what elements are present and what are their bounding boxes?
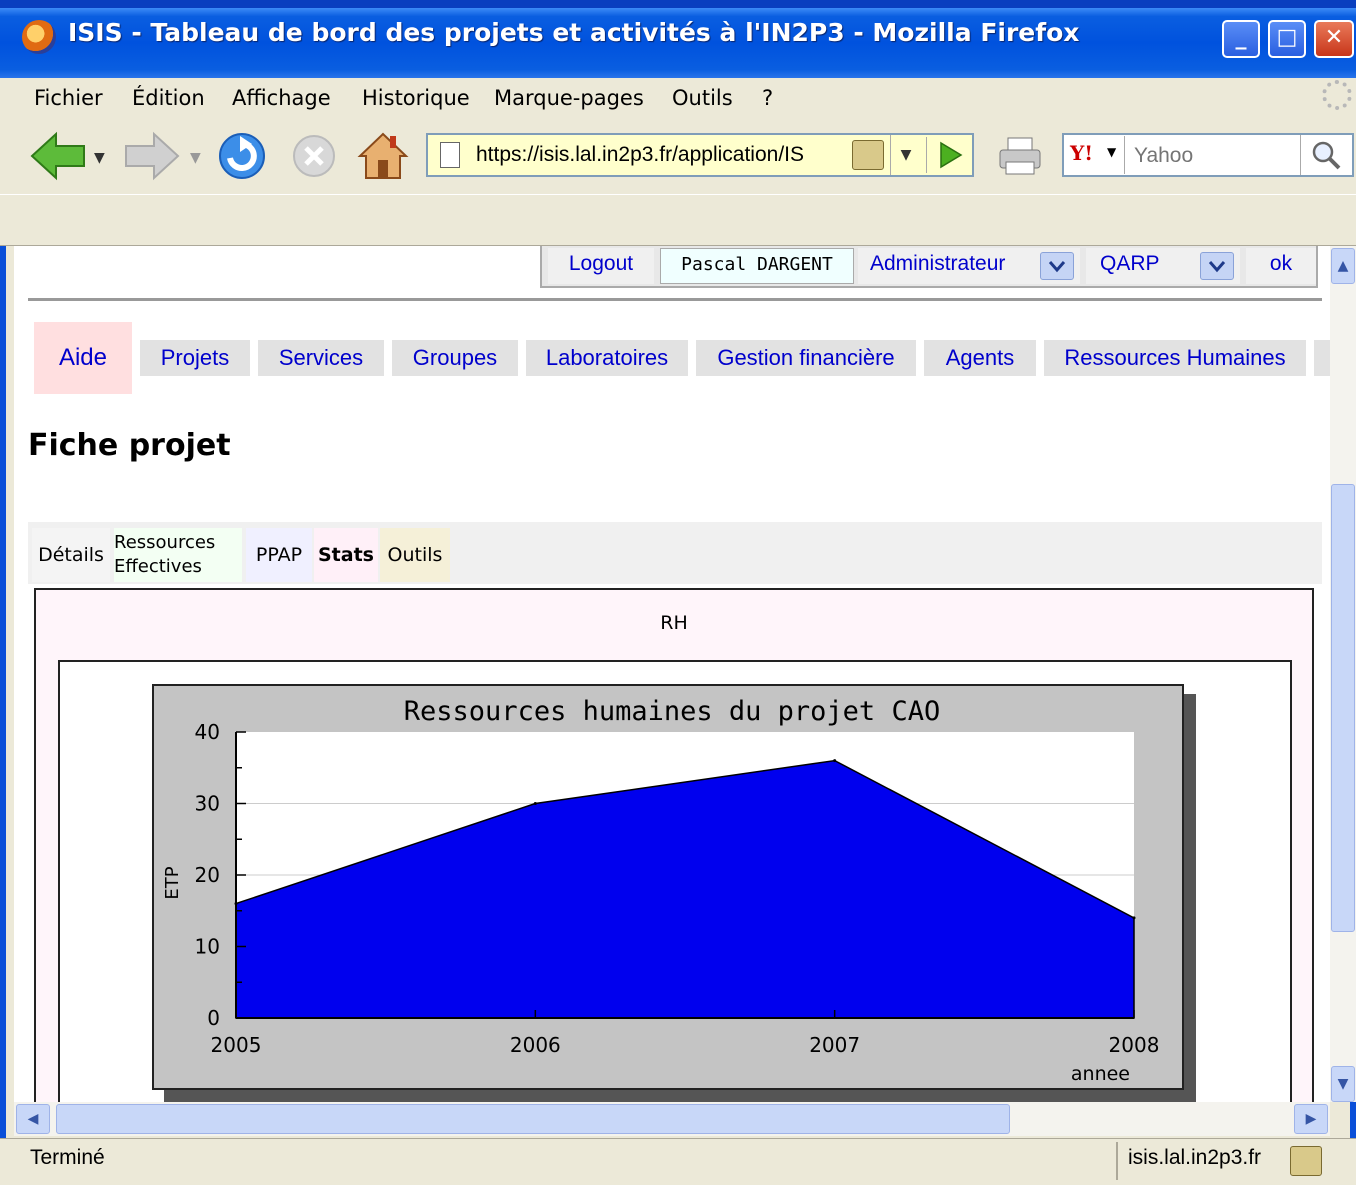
chart-title: Ressources humaines du projet CAO — [404, 696, 940, 727]
back-dropdown-icon[interactable]: ▼ — [94, 150, 105, 166]
nav-gestion-financiere[interactable]: Gestion financière — [696, 340, 916, 376]
y-tick-label: 40 — [195, 720, 220, 744]
forward-dropdown-icon[interactable]: ▼ — [190, 150, 201, 166]
page-icon — [440, 142, 460, 168]
status-host: isis.lal.in2p3.fr — [1128, 1146, 1262, 1169]
panel-heading: RH — [660, 612, 688, 634]
user-name: Pascal DARGENT — [660, 248, 854, 284]
x-tick-label: 2008 — [1109, 1033, 1160, 1057]
tab-ppap[interactable]: PPAP — [246, 528, 312, 582]
x-axis-label: annee — [1071, 1063, 1130, 1085]
search-input[interactable] — [1132, 136, 1300, 176]
yahoo-logo-icon: Y! — [1070, 141, 1094, 165]
y-tick-label: 30 — [195, 792, 220, 816]
menu-help[interactable]: ? — [762, 78, 773, 118]
search-engine-dropdown-icon[interactable]: ▼ — [1107, 145, 1116, 159]
bookmarks-toolbar — [0, 194, 1356, 246]
nav-aide[interactable]: Aide — [34, 322, 132, 394]
url-dropdown-icon[interactable]: ▼ — [890, 135, 921, 175]
scroll-right-icon[interactable]: ▶ — [1294, 1104, 1328, 1134]
url-text[interactable]: https://isis.lal.in2p3.fr/application/IS — [476, 133, 846, 177]
menu-fichier[interactable]: Fichier — [34, 78, 103, 118]
tab-label-line1: Ressources — [114, 532, 216, 553]
forward-arrow-icon[interactable] — [124, 130, 180, 182]
nav-overflow-tab[interactable] — [1314, 340, 1330, 376]
throbber-icon — [1322, 80, 1352, 110]
scroll-down-icon[interactable]: ▼ — [1331, 1066, 1355, 1102]
menu-historique[interactable]: Historique — [362, 78, 470, 118]
data-point-2008 — [1132, 916, 1136, 920]
status-divider — [1116, 1142, 1118, 1180]
menu-edition[interactable]: Édition — [132, 78, 205, 118]
ok-button[interactable]: ok — [1246, 248, 1316, 284]
page-title: Fiche projet — [28, 428, 231, 463]
menu-outils[interactable]: Outils — [672, 78, 733, 118]
stop-icon[interactable] — [290, 130, 338, 182]
divider — [28, 298, 1322, 301]
nav-projets[interactable]: Projets — [140, 340, 250, 376]
nav-laboratoires[interactable]: Laboratoires — [526, 340, 688, 376]
nav-ressources-humaines[interactable]: Ressources Humaines — [1044, 340, 1306, 376]
tab-ressources-effectives[interactable]: Ressources Effectives — [114, 528, 242, 582]
vertical-scroll-thumb[interactable] — [1331, 484, 1355, 932]
firefox-logo-icon — [22, 20, 56, 54]
scroll-left-icon[interactable]: ◀ — [16, 1104, 50, 1134]
status-text: Terminé — [30, 1146, 105, 1169]
tab-label-line2: Effectives — [114, 556, 202, 577]
go-arrow-icon[interactable] — [926, 137, 973, 173]
reload-icon[interactable] — [216, 130, 268, 182]
menu-affichage[interactable]: Affichage — [232, 78, 331, 118]
nav-agents[interactable]: Agents — [924, 340, 1036, 376]
close-button[interactable]: ✕ — [1314, 20, 1354, 58]
tab-outils[interactable]: Outils — [380, 528, 450, 582]
data-point-2006 — [533, 802, 537, 805]
x-tick-label: 2006 — [510, 1033, 561, 1057]
logout-link[interactable]: Logout — [548, 248, 654, 284]
nav-groupes[interactable]: Groupes — [392, 340, 518, 376]
lock-icon[interactable] — [1290, 1146, 1322, 1176]
tab-stats[interactable]: Stats — [314, 528, 378, 582]
y-tick-label: 10 — [195, 935, 220, 959]
y-axis-label: ETP — [162, 866, 183, 899]
back-arrow-icon[interactable] — [30, 130, 86, 182]
print-icon[interactable] — [996, 134, 1044, 178]
search-icon[interactable] — [1300, 135, 1353, 175]
maximize-button[interactable]: □ — [1268, 20, 1306, 58]
menu-marque-pages[interactable]: Marque-pages — [494, 78, 644, 118]
minimize-button[interactable]: _ — [1222, 20, 1260, 58]
chevron-down-icon[interactable] — [1200, 252, 1234, 280]
tab-details[interactable]: Détails — [32, 528, 110, 582]
x-tick-label: 2007 — [809, 1033, 860, 1057]
horizontal-scroll-thumb[interactable] — [56, 1104, 1010, 1134]
nav-services[interactable]: Services — [258, 340, 384, 376]
x-tick-label: 2005 — [211, 1033, 262, 1057]
lock-icon[interactable] — [852, 140, 884, 170]
data-point-2007 — [833, 759, 837, 763]
scroll-up-icon[interactable]: ▲ — [1331, 248, 1355, 284]
window-title: ISIS - Tableau de bord des projets et ac… — [68, 18, 1080, 47]
home-icon[interactable] — [356, 130, 410, 182]
chevron-down-icon[interactable] — [1040, 252, 1074, 280]
y-tick-label: 0 — [207, 1006, 220, 1030]
area-chart: 0 10 20 30 40 2005 2006 2007 2008 Ressources huma… — [162, 696, 1160, 1085]
y-tick-label: 20 — [195, 863, 220, 887]
